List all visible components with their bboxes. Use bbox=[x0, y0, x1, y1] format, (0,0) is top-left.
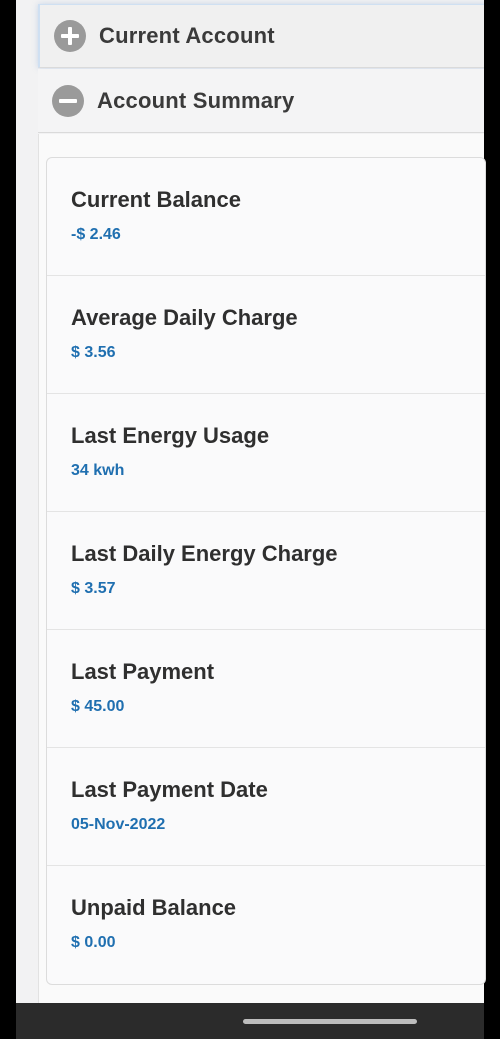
summary-row-average-daily-charge: Average Daily Charge $ 3.56 bbox=[47, 276, 485, 394]
summary-value: $ 0.00 bbox=[71, 934, 116, 951]
summary-value: 34 kwh bbox=[71, 462, 125, 479]
account-summary-card: Current Balance -$ 2.46 Average Daily Ch… bbox=[46, 157, 486, 985]
summary-value: 05-Nov-2022 bbox=[71, 816, 166, 833]
summary-value: $ 3.57 bbox=[71, 580, 116, 597]
summary-row-last-payment-date: Last Payment Date 05-Nov-2022 bbox=[47, 748, 485, 866]
current-account-accordion-header[interactable]: Current Account bbox=[38, 4, 484, 68]
summary-value: $ 45.00 bbox=[71, 698, 125, 715]
plus-circle-icon bbox=[54, 20, 86, 52]
summary-row-unpaid-balance: Unpaid Balance $ 0.00 bbox=[47, 866, 485, 984]
summary-label: Average Daily Charge bbox=[71, 305, 298, 330]
summary-value: $ 3.56 bbox=[71, 344, 116, 361]
current-account-title: Current Account bbox=[99, 23, 275, 48]
minus-circle-icon bbox=[52, 84, 84, 117]
summary-label: Last Daily Energy Charge bbox=[71, 541, 338, 566]
summary-row-last-energy-usage: Last Energy Usage 34 kwh bbox=[47, 394, 485, 512]
summary-row-last-daily-energy-charge: Last Daily Energy Charge $ 3.57 bbox=[47, 512, 485, 630]
system-navigation-bar bbox=[16, 1003, 484, 1039]
summary-label: Last Energy Usage bbox=[71, 423, 270, 448]
summary-label: Unpaid Balance bbox=[71, 895, 237, 920]
summary-label: Current Balance bbox=[71, 187, 241, 212]
summary-label: Last Payment bbox=[71, 659, 215, 684]
summary-label: Last Payment Date bbox=[71, 777, 268, 802]
account-summary-title: Account Summary bbox=[97, 87, 295, 113]
home-gesture-handle[interactable] bbox=[243, 1019, 417, 1024]
summary-row-last-payment: Last Payment $ 45.00 bbox=[47, 630, 485, 748]
account-summary-accordion-header[interactable]: Account Summary bbox=[38, 69, 484, 133]
summary-row-current-balance: Current Balance -$ 2.46 bbox=[47, 158, 485, 276]
summary-value: -$ 2.46 bbox=[71, 226, 121, 243]
